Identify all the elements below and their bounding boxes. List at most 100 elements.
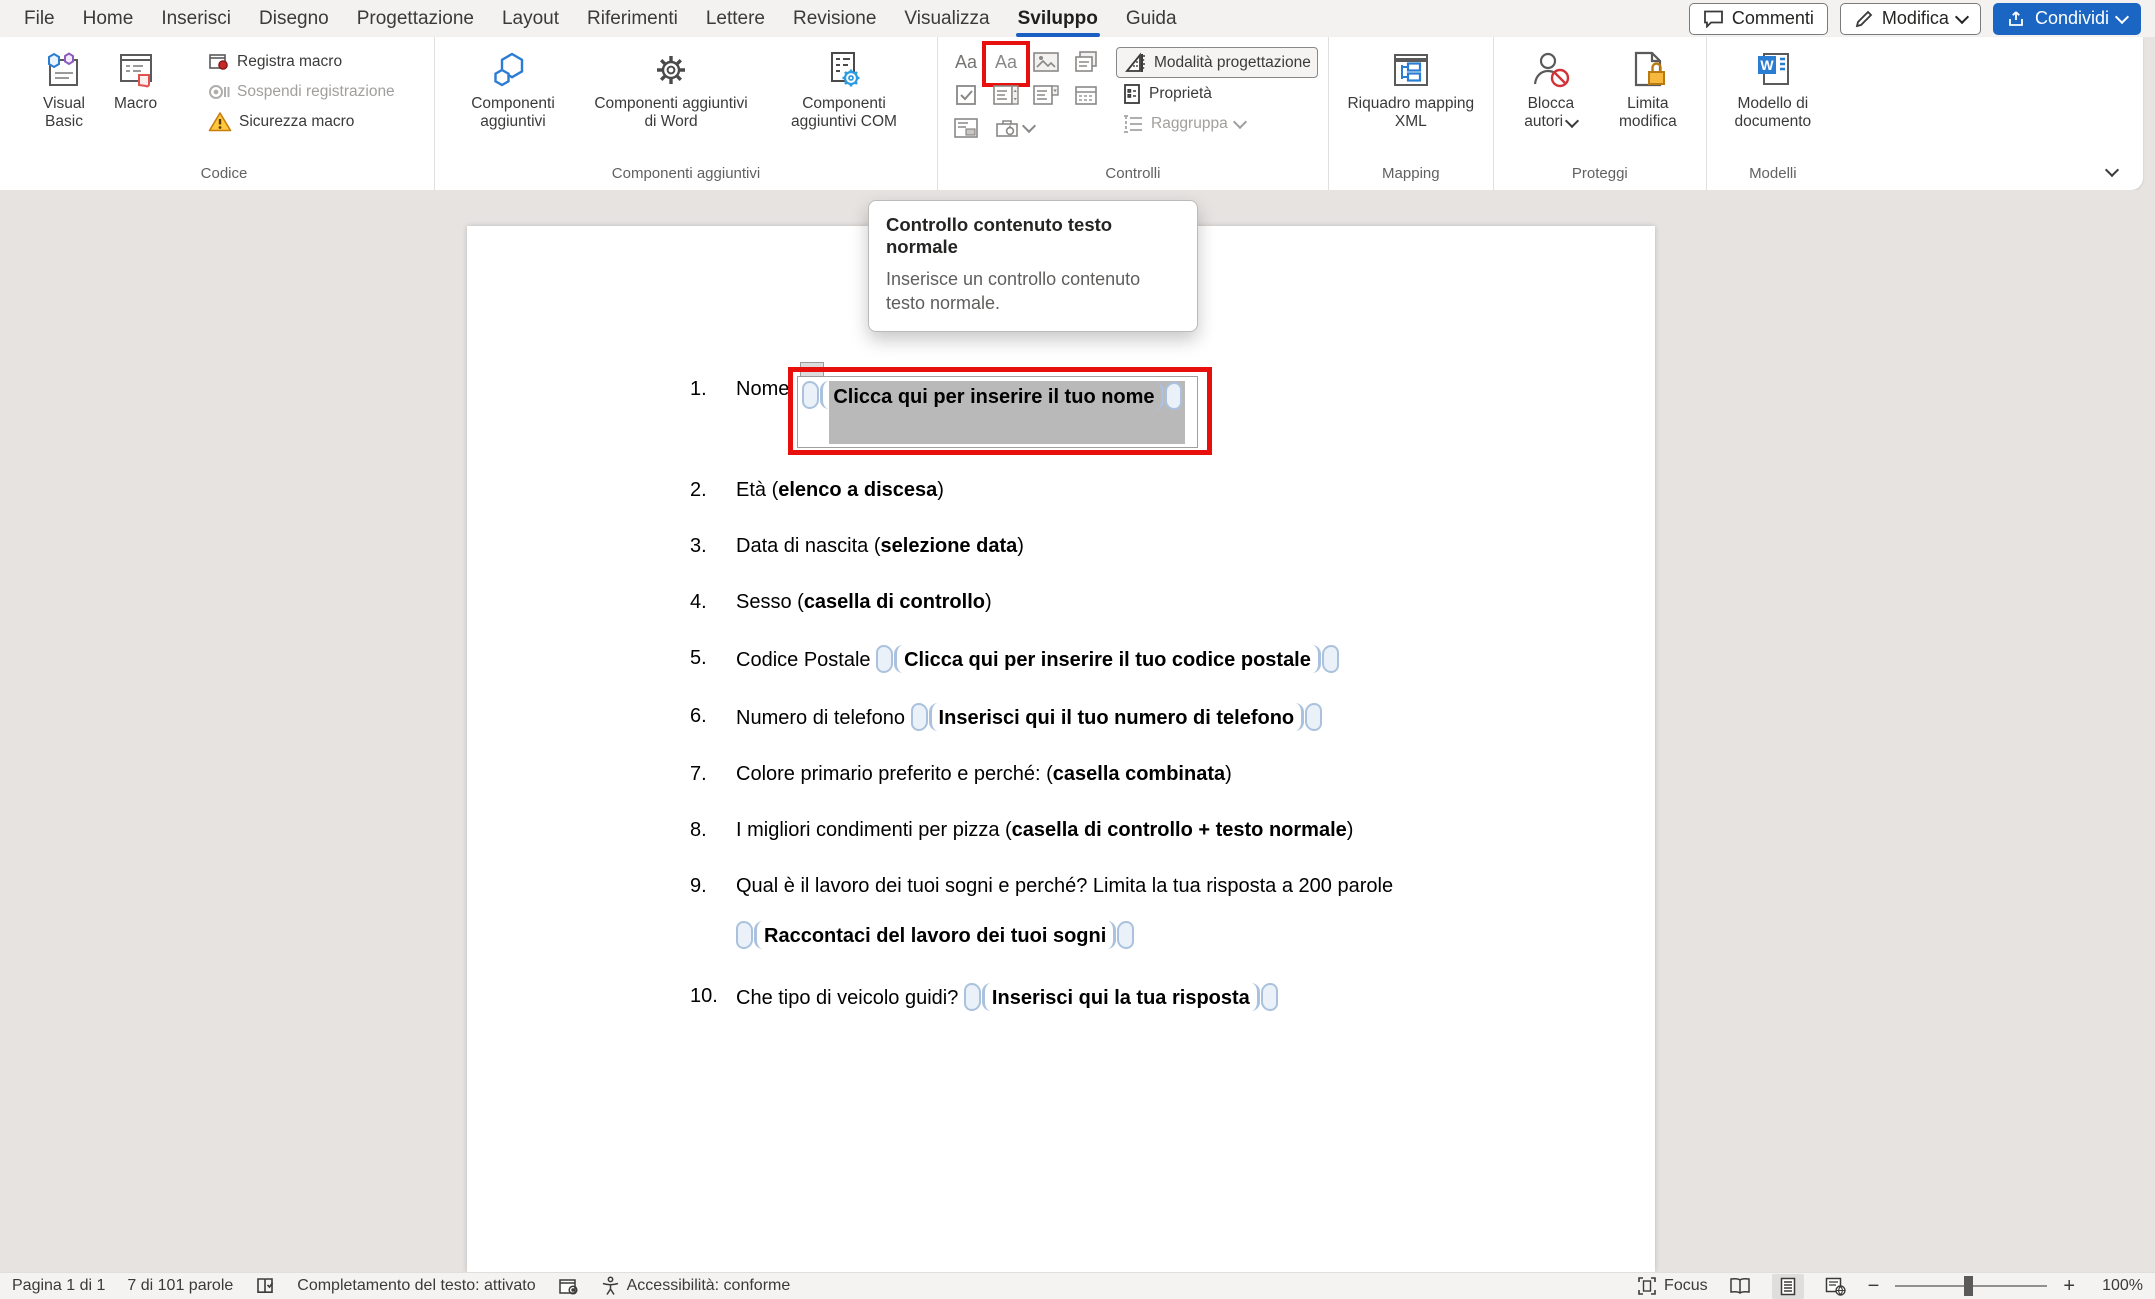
chevron-down-icon [2105,163,2119,177]
menu-tab-guida[interactable]: Guida [1112,0,1191,37]
collapse-ribbon-button[interactable] [2107,162,2117,180]
xml-mapping-button[interactable]: Riquadro mapping XML [1339,45,1483,134]
web-layout-button[interactable] [1820,1274,1852,1299]
menu-tab-layout[interactable]: Layout [488,0,573,37]
zoom-slider-thumb[interactable] [1964,1276,1973,1296]
zoom-out-button[interactable]: − [1868,1276,1880,1296]
document-list: 1.NomeClicca qui per inserire il tuo nom… [467,226,1655,1012]
list-number: 2. [690,477,736,504]
share-label: Condividi [2035,8,2109,29]
list-item-text: Sesso (casella di controllo) [736,589,1615,616]
dropdown-list-icon [1033,84,1059,106]
building-block-gallery-button[interactable] [1068,47,1104,77]
menu-tab-inserisci[interactable]: Inserisci [147,0,245,37]
registra-macro-icon [208,52,230,72]
content-control-selected[interactable]: Clicca qui per inserire il tuo nome [797,376,1197,448]
content-control[interactable]: Clicca qui per inserire il tuo codice po… [876,649,1339,671]
menu-bar: FileHomeInserisciDisegnoProgettazioneLay… [0,0,2155,37]
restrict-editing-button[interactable]: Limita modifica [1600,45,1696,134]
document-template-button[interactable]: W Modello di documento [1717,45,1829,134]
plain-text-control-button[interactable]: Aa [988,47,1024,77]
list-item-1: 1.NomeClicca qui per inserire il tuo nom… [690,376,1615,448]
list-number: 7. [690,761,736,788]
picture-control-button[interactable] [1028,47,1064,77]
accessibility-status[interactable]: Accessibilità: conforme [601,1276,791,1296]
page-count-status[interactable]: Pagina 1 di 1 [12,1277,105,1295]
content-control-start-tag-icon [736,921,763,949]
checkbox-control-button[interactable] [948,80,984,110]
list-item-text: Colore primario preferito e perché: (cas… [736,761,1615,788]
content-control[interactable]: Inserisci qui il tuo numero di telefono [911,707,1323,729]
menu-tab-progettazione[interactable]: Progettazione [343,0,488,37]
checkbox-icon [955,84,977,106]
edit-mode-button[interactable]: Modifica [1840,3,1981,35]
macro-icon [115,50,157,90]
group-button: Raggruppa [1116,109,1318,138]
design-mode-button[interactable]: Modalità progettazione [1116,47,1318,78]
registra-macro-button[interactable]: Registra macro [202,47,401,76]
sicurezza-macro-label: Sicurezza macro [239,113,354,131]
design-mode-icon [1123,51,1147,75]
comments-button[interactable]: Commenti [1689,3,1828,35]
text-completion-status[interactable]: Completamento del testo: attivato [297,1277,535,1295]
repeating-section-control-button[interactable] [948,113,984,143]
list-number: 6. [690,703,736,732]
block-authors-button[interactable]: Blocca autori [1504,45,1598,134]
menu-tab-riferimenti[interactable]: Riferimenti [573,0,692,37]
content-control-start-tag-icon [802,381,829,409]
sicurezza-macro-button[interactable]: Sicurezza macro [202,107,401,136]
ribbon-sviluppo: Visual Basic Macro [0,37,2143,190]
componenti-com-button[interactable]: Componenti aggiuntivi COM [761,45,927,134]
read-mode-button[interactable] [1724,1274,1756,1299]
menu-tab-home[interactable]: Home [69,0,148,37]
legacy-toolbox-icon [995,118,1019,138]
proofing-status-icon[interactable] [255,1276,275,1296]
print-layout-button[interactable] [1772,1274,1804,1299]
list-number: 5. [690,645,736,674]
list-number: 1. [690,376,736,448]
componenti-com-label: Componenti aggiuntivi COM [769,95,919,132]
componenti-aggiuntivi-button[interactable]: Componenti aggiuntivi [445,45,581,134]
sospendi-registrazione-icon [208,82,230,102]
zoom-slider[interactable] [1895,1285,2047,1287]
macro-button[interactable]: Macro [106,45,165,134]
properties-icon [1122,83,1142,105]
share-button[interactable]: Condividi [1993,3,2141,35]
content-control-start-tag-icon [911,703,938,731]
chevron-down-icon [1233,114,1247,128]
menu-tab-visualizza[interactable]: Visualizza [890,0,1003,37]
list-item-9: 9.Qual è il lavoro dei tuoi sogni e perc… [690,873,1615,954]
zoom-level[interactable]: 100% [2091,1277,2143,1295]
list-item-text: Numero di telefono Inserisci qui il tuo … [736,703,1615,732]
menu-tab-file[interactable]: File [10,0,69,37]
menu-tab-lettere[interactable]: Lettere [692,0,779,37]
menu-tab-disegno[interactable]: Disegno [245,0,343,37]
group-label-proteggi: Proteggi [1504,163,1696,190]
pencil-icon [1854,9,1874,29]
combo-box-control-button[interactable] [988,80,1024,110]
dropdown-list-control-button[interactable] [1028,80,1064,110]
menu-tab-sviluppo[interactable]: Sviluppo [1004,0,1112,37]
list-item-text: Che tipo di veicolo guidi? Inserisci qui… [736,983,1615,1012]
properties-button[interactable]: Proprietà [1116,79,1318,108]
legacy-tools-button[interactable] [988,113,1040,143]
content-control-start-tag-icon [876,645,903,673]
picture-icon [1033,52,1059,72]
content-control[interactable]: Raccontaci del lavoro dei tuoi sogni [736,925,1134,947]
word-count-status[interactable]: 7 di 101 parole [127,1277,233,1295]
list-item-7: 7.Colore primario preferito e perché: (c… [690,761,1615,788]
menu-tab-revisione[interactable]: Revisione [779,0,890,37]
document-page[interactable]: 1.NomeClicca qui per inserire il tuo nom… [467,226,1655,1272]
macro-record-status-icon[interactable] [558,1277,579,1296]
zoom-in-button[interactable]: + [2063,1276,2075,1296]
rich-text-control-button[interactable]: Aa [948,47,984,77]
date-picker-control-button[interactable] [1068,80,1104,110]
content-control[interactable]: Inserisci qui la tua risposta [964,987,1278,1009]
componenti-word-button[interactable]: Componenti aggiuntivi di Word [583,45,759,134]
list-item-text: NomeClicca qui per inserire il tuo nome [736,376,1615,448]
focus-mode-button[interactable]: Focus [1637,1276,1708,1296]
chevron-down-icon [1565,114,1579,128]
visual-basic-button[interactable]: Visual Basic [24,45,104,134]
content-control-frame: Clicca qui per inserire il tuo nome [797,376,1197,448]
titlebar-actions: Commenti Modifica Condividi [1689,3,2155,35]
